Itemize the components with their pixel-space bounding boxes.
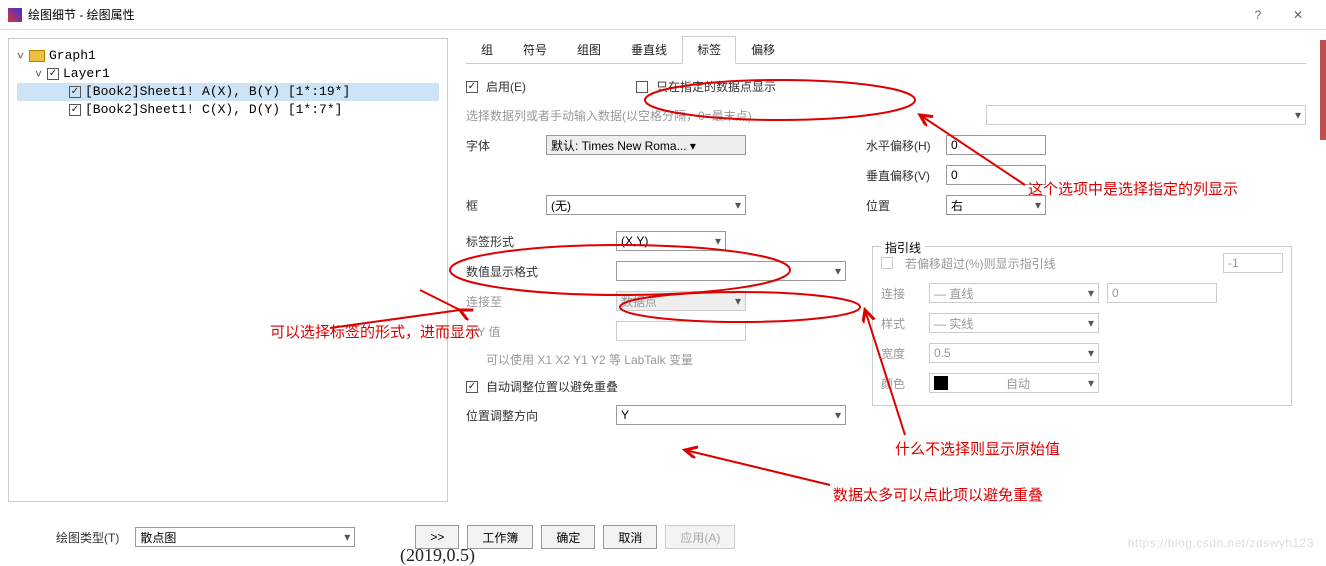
title-bar: 绘图细节 - 绘图属性 ? ✕ [0,0,1326,30]
ok-button[interactable]: 确定 [541,525,595,549]
hoffset-label: 水平偏移(H) [866,137,946,154]
font-combo[interactable]: 默认: Times New Roma... ▾ [546,135,746,155]
leader-color-label: 颜色 [881,375,921,392]
dir-label: 位置调整方向 [466,407,616,424]
tree-pane: ˅Graph1 ˅✓Layer1 ✓[Book2]Sheet1! A(X), B… [8,38,448,502]
leader-group: 指引线 若偏移超过(%)则显示指引线 -1 连接 — 直线▾ 0 样式 — 实线… [872,246,1292,406]
apply-button: 应用(A) [665,525,735,549]
labelform-combo[interactable]: (X,Y)▾ [616,231,726,251]
app-icon [8,8,22,22]
annotation-3: 什么不选择则显示原始值 [895,438,1060,459]
hoffset-input[interactable]: 0 [946,135,1046,155]
annotation-1: 这个选项中是选择指定的列显示 [1028,178,1238,199]
numfmt-combo[interactable]: ▾ [616,261,846,281]
leader-width-label: 宽度 [881,345,921,362]
leader-conn-combo: — 直线▾ [929,283,1099,303]
watermark: https://blog.csdn.net/zdswyh123 [1128,536,1314,550]
annotation-4: 数据太多可以点此项以避免重叠 [833,484,1043,505]
font-label: 字体 [466,137,546,154]
only-show-checkbox[interactable] [636,81,648,93]
tree-item[interactable]: ✓[Book2]Sheet1! A(X), B(Y) [1*:19*] [17,83,439,101]
leader-conn-label: 连接 [881,285,921,302]
leader-checkbox [881,257,893,269]
close-button[interactable]: ✕ [1278,1,1318,29]
leader-style-label: 样式 [881,315,921,332]
enable-checkbox[interactable]: ✓ [466,81,478,93]
tab-dropline[interactable]: 垂直线 [616,36,682,63]
window-title: 绘图细节 - 绘图属性 [28,6,135,23]
labelform-label: 标签形式 [466,233,616,250]
dir-combo[interactable]: Y▾ [616,405,846,425]
select-col-combo: ▾ [986,105,1306,125]
leader-cb-label: 若偏移超过(%)则显示指引线 [905,255,1056,272]
auto-label: 自动调整位置以避免重叠 [486,378,618,395]
tab-panel[interactable]: 组图 [562,36,616,63]
connect-label: 连接至 [466,293,616,310]
voffset-label: 垂直偏移(V) [866,167,946,184]
tab-offset[interactable]: 偏移 [736,36,790,63]
workbook-button[interactable]: 工作簿 [467,525,533,549]
leader-style-combo: — 实线▾ [929,313,1099,333]
numfmt-label: 数值显示格式 [466,263,616,280]
side-stripe [1320,40,1326,140]
cancel-button[interactable]: 取消 [603,525,657,549]
leader-color-combo: 自动▾ [929,373,1099,393]
only-show-label: 只在指定的数据点显示 [656,78,776,95]
tab-group[interactable]: 组 [466,36,508,63]
leader-legend: 指引线 [881,239,925,256]
leader-width-combo: 0.5▾ [929,343,1099,363]
xy-input [616,321,746,341]
box-label: 框 [466,197,546,214]
tabs: 组 符号 组图 垂直线 标签 偏移 [466,36,1306,64]
connect-combo: 数据点▾ [616,291,746,311]
leader-conn-num: 0 [1107,283,1217,303]
leader-threshold: -1 [1223,253,1283,273]
page-num: (2019,0.5) [400,545,475,566]
position-label: 位置 [866,197,946,214]
plot-type-combo[interactable]: 散点图▾ [135,527,355,547]
tree-item[interactable]: ✓[Book2]Sheet1! C(X), D(Y) [1*:7*] [17,101,439,119]
help-button[interactable]: ? [1238,1,1278,29]
box-combo[interactable]: (无)▾ [546,195,746,215]
tree-root[interactable]: ˅Graph1 [17,47,439,65]
select-col-hint: 选择数据列或者手动输入数据(以空格分隔，0=最末点) [466,107,752,124]
tab-symbol[interactable]: 符号 [508,36,562,63]
xy-label: X/Y 值 [466,323,616,340]
tab-label[interactable]: 标签 [682,36,736,64]
xy-hint: 可以使用 X1 X2 Y1 Y2 等 LabTalk 变量 [466,351,693,368]
auto-checkbox[interactable]: ✓ [466,381,478,393]
plot-type-label: 绘图类型(T) [56,529,119,546]
enable-label: 启用(E) [486,78,526,95]
tree-layer[interactable]: ˅✓Layer1 [17,65,439,83]
annotation-2: 可以选择标签的形式，进而显示 [270,321,480,342]
